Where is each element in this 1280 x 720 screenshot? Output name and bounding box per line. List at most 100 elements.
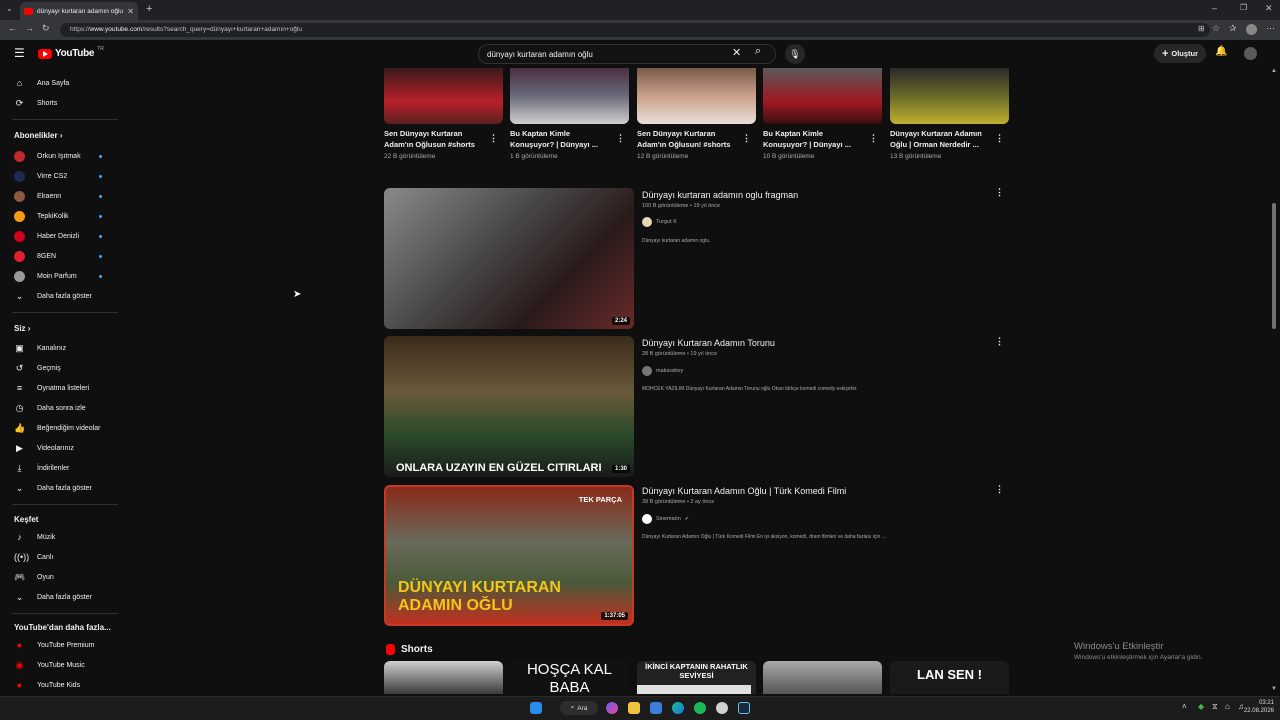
short-thumbnail[interactable] xyxy=(510,68,629,124)
video-title[interactable]: Dünyayı Kurtaran Adamın Torunu xyxy=(642,338,775,348)
subscriptions-show-more[interactable]: ⌄ Daha fazla göster xyxy=(14,288,92,304)
subscription-item[interactable]: Orkun Işıtmak xyxy=(14,148,81,164)
bookmark-star-icon[interactable]: ☆ xyxy=(1212,23,1220,34)
sidebar-item-your-videos[interactable]: ▶ Videolarınız xyxy=(14,440,74,456)
tray-app-icon[interactable]: ◆ xyxy=(1198,702,1204,711)
search-icon[interactable]: ⌕ xyxy=(755,45,761,58)
video-thumbnail[interactable]: TEK PARÇA DÜNYAYI KURTARAN ADAMIN OĞLU 1… xyxy=(384,485,634,626)
windows-start-icon[interactable] xyxy=(530,702,542,714)
hamburger-menu-icon[interactable]: ☰ xyxy=(14,46,25,60)
sidebar-item-downloads[interactable]: ⤓ İndirilenler xyxy=(14,460,70,476)
more-options-icon[interactable]: ⋮ xyxy=(995,484,1004,495)
sidebar-item-your-channel[interactable]: ▣ Kanalınız xyxy=(14,340,66,356)
short-thumbnail[interactable]: LAN SEN ! xyxy=(890,661,1009,694)
subscriptions-header[interactable]: Abonelikler › xyxy=(14,131,62,140)
short-thumbnail[interactable] xyxy=(763,68,882,124)
subscription-item[interactable]: Elraenn xyxy=(14,188,61,204)
short-thumbnail[interactable]: HOŞÇA KAL BABA xyxy=(510,661,629,694)
reload-icon[interactable]: ↻ xyxy=(42,23,50,34)
scroll-up-icon[interactable]: ▲ xyxy=(1271,68,1277,74)
you-show-more[interactable]: ⌄ Daha fazla göster xyxy=(14,480,92,496)
copilot-icon[interactable] xyxy=(606,702,618,714)
favorites-icon[interactable]: ✰ xyxy=(1229,23,1237,34)
account-avatar[interactable] xyxy=(1244,47,1257,60)
subscription-item[interactable]: Moin Parfum xyxy=(14,268,77,284)
scroll-down-icon[interactable]: ▼ xyxy=(1271,686,1277,692)
youtube-logo[interactable]: YouTube TR xyxy=(38,46,104,59)
minimize-icon[interactable]: – xyxy=(1212,3,1217,13)
extensions-icon[interactable]: ⊞ xyxy=(1198,24,1205,33)
file-explorer-icon[interactable] xyxy=(628,702,640,714)
notifications-bell-icon[interactable]: 🔔 xyxy=(1215,46,1227,57)
maximize-icon[interactable]: ❐ xyxy=(1240,3,1247,12)
subscription-item[interactable]: Haber Denizli xyxy=(14,228,79,244)
sidebar-item-watch-later[interactable]: ◷ Daha sonra izle xyxy=(14,400,86,416)
sidebar-item-music[interactable]: ♪ Müzik xyxy=(14,529,55,545)
more-options-icon[interactable]: ⋮ xyxy=(742,133,751,144)
url-field[interactable]: https://www.youtube.com/results?search_q… xyxy=(60,23,1210,37)
short-title[interactable]: Sen Dünyayı Kurtaran Adam'ın Oğlusun! #s… xyxy=(637,129,737,150)
microphone-tray-icon[interactable]: ⧖ xyxy=(1212,702,1218,712)
taskbar-search[interactable]: ⌕ Ara xyxy=(560,701,598,715)
sidebar-item-youtube-premium[interactable]: ● YouTube Premium xyxy=(14,637,95,653)
clear-search-icon[interactable]: ✕ xyxy=(732,46,741,59)
app-icon[interactable] xyxy=(716,702,728,714)
short-thumbnail[interactable]: İKİNCİ KAPTANIN RAHATLIK SEVİYESİ xyxy=(637,661,756,694)
sidebar-item-history[interactable]: ↺ Geçmiş xyxy=(14,360,61,376)
short-title[interactable]: Dünyayı Kurtaran Adamın Oğlu | Orman Ner… xyxy=(890,129,990,150)
more-options-icon[interactable]: ⋮ xyxy=(489,133,498,144)
forward-icon[interactable]: → xyxy=(25,23,34,33)
more-options-icon[interactable]: ⋮ xyxy=(869,133,878,144)
new-tab-icon[interactable]: + xyxy=(146,3,152,15)
short-thumbnail[interactable] xyxy=(890,68,1009,124)
spotify-icon[interactable] xyxy=(694,702,706,714)
video-channel[interactable]: Turgut K xyxy=(642,217,677,227)
profile-icon[interactable] xyxy=(1246,24,1257,35)
sidebar-item-home[interactable]: ⌂ Ana Sayfa xyxy=(14,75,70,91)
taskbar-date[interactable]: 22.08.2026 xyxy=(1236,708,1274,714)
short-thumbnail[interactable] xyxy=(384,661,503,694)
close-window-icon[interactable]: ✕ xyxy=(1265,3,1273,14)
you-header[interactable]: Siz › xyxy=(14,324,30,333)
page-scrollbar[interactable] xyxy=(1272,203,1276,329)
microphone-icon[interactable]: 🎙 xyxy=(785,44,805,64)
short-title[interactable]: Bu Kaptan Kimle Konuşuyor? | Dünyayı ... xyxy=(510,129,610,150)
more-options-icon[interactable]: ⋮ xyxy=(995,133,1004,144)
short-title[interactable]: Bu Kaptan Kimle Konuşuyor? | Dünyayı ... xyxy=(763,129,863,150)
back-icon[interactable]: ← xyxy=(8,23,17,33)
short-thumbnail[interactable] xyxy=(384,68,503,124)
edge-browser-icon[interactable] xyxy=(672,702,684,714)
subscription-item[interactable]: TepkiKolik xyxy=(14,208,69,224)
sidebar-item-live[interactable]: ((•)) Canlı xyxy=(14,549,53,565)
sidebar-item-liked-videos[interactable]: 👍 Beğendiğim videolar xyxy=(14,420,100,436)
browser-menu-icon[interactable]: ⋯ xyxy=(1266,23,1275,34)
subscription-item[interactable]: Virre CS2 xyxy=(14,168,67,184)
sidebar-item-shorts[interactable]: ⟳ Shorts xyxy=(14,95,58,111)
app-icon[interactable] xyxy=(650,702,662,714)
tab-list-icon[interactable]: ⌄ xyxy=(6,4,13,13)
short-thumbnail[interactable] xyxy=(763,661,882,694)
close-tab-icon[interactable]: ✕ xyxy=(127,7,134,16)
network-icon[interactable]: ⌂ xyxy=(1225,702,1230,711)
more-options-icon[interactable]: ⋮ xyxy=(616,133,625,144)
video-thumbnail[interactable]: 2:24 xyxy=(384,188,634,329)
more-options-icon[interactable]: ⋮ xyxy=(995,187,1004,198)
steam-icon[interactable] xyxy=(738,702,750,714)
video-title[interactable]: Dünyayı Kurtaran Adamın Oğlu | Türk Kome… xyxy=(642,486,846,496)
short-title[interactable]: Sen Dünyayı Kurtaran Adam'ın Oğlusun #sh… xyxy=(384,129,484,150)
browser-tab-active[interactable]: dünyayı kurtaran adamın oğlu - YouT ✕ xyxy=(20,2,138,20)
create-button[interactable]: + Oluştur xyxy=(1154,44,1206,63)
short-thumbnail[interactable] xyxy=(637,68,756,124)
tray-chevron-icon[interactable]: ˄ xyxy=(1182,702,1187,711)
subscription-item[interactable]: 8GEN xyxy=(14,248,56,264)
sidebar-item-playlists[interactable]: ≡ Oynatma listeleri xyxy=(14,380,89,396)
video-thumbnail[interactable]: ONLARA UZAYIN EN GÜZEL CITIRLARI 1:30 xyxy=(384,336,634,477)
sidebar-item-gaming[interactable]: 🎮 Oyun xyxy=(14,569,54,585)
explore-show-more[interactable]: ⌄ Daha fazla göster xyxy=(14,589,92,605)
taskbar-time[interactable]: 03:21 xyxy=(1244,700,1274,706)
video-channel[interactable]: Sinemaön ✔ xyxy=(642,514,689,524)
sidebar-item-youtube-kids[interactable]: ● YouTube Kids xyxy=(14,677,80,693)
video-channel[interactable]: makaraboy xyxy=(642,366,683,376)
video-title[interactable]: Dünyayı kurtaran adamın oglu fragman xyxy=(642,190,798,200)
sidebar-item-youtube-music[interactable]: ◉ YouTube Music xyxy=(14,657,85,673)
